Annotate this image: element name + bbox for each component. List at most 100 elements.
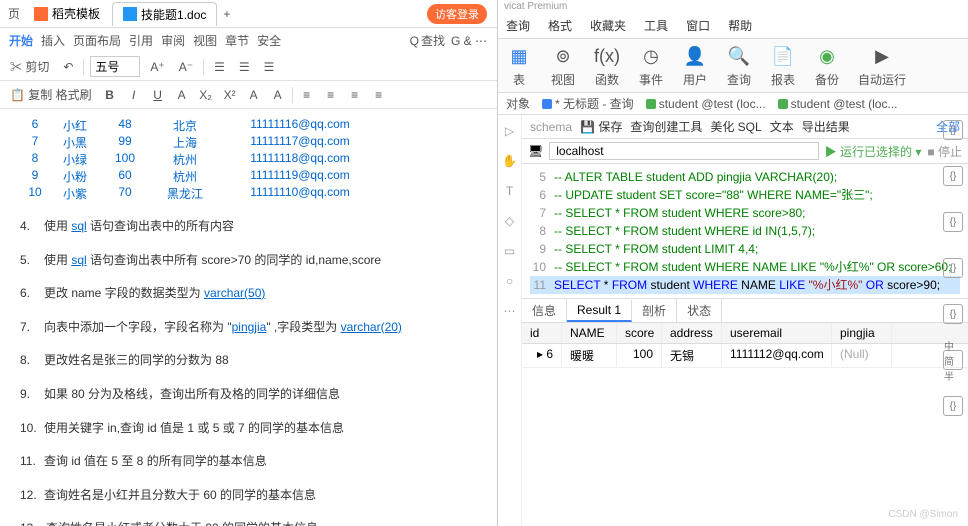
tab-info[interactable]: 信息 — [522, 299, 567, 322]
ribbon-table[interactable]: ▦表 — [506, 43, 532, 88]
col-address[interactable]: address — [662, 323, 722, 343]
search-label[interactable]: 查找 — [421, 32, 445, 49]
text-button[interactable]: 文本 — [770, 118, 794, 135]
cut-button[interactable]: ✂ 剪切 — [6, 56, 53, 77]
strike-button[interactable]: A — [172, 85, 192, 105]
circle-icon[interactable]: ○ — [502, 273, 518, 289]
cursor-icon[interactable]: ▷ — [502, 123, 518, 139]
ribbon-report[interactable]: 📄报表 — [770, 43, 796, 88]
beautify-sql-button[interactable]: 美化 SQL — [710, 118, 761, 135]
font-size-select[interactable]: 五号 — [90, 56, 140, 77]
run-button[interactable]: ▶ 运行已选择的 ▾ — [825, 143, 922, 160]
font-color-button[interactable]: A — [244, 85, 264, 105]
ribbon-event[interactable]: ◷事件 — [638, 43, 664, 88]
align-center-icon[interactable]: ≡ — [321, 85, 341, 105]
query-icon: 🔍 — [726, 43, 752, 69]
query-toolbar: schema 💾 保存 查询创建工具 美化 SQL 文本 导出结果 全部 — [522, 115, 968, 139]
menu-tools[interactable]: 工具 — [644, 17, 668, 34]
align-left-icon[interactable]: ≡ — [297, 85, 317, 105]
inc-font[interactable]: A⁺ — [146, 58, 168, 76]
tab-status[interactable]: 状态 — [677, 299, 722, 322]
brace-icon[interactable]: {} — [943, 212, 963, 232]
col-name[interactable]: NAME — [562, 323, 617, 343]
brace-icon[interactable]: {} — [943, 258, 963, 278]
numbered-list-icon[interactable]: ☰ — [235, 58, 254, 76]
table-icon — [778, 99, 788, 109]
export-button[interactable]: 导出结果 — [802, 118, 850, 135]
menu-window[interactable]: 窗口 — [686, 17, 710, 34]
brace-icon[interactable]: {} — [943, 304, 963, 324]
col-email[interactable]: useremail — [722, 323, 832, 343]
navicat-menubar: 查询 格式 收藏夹 工具 窗口 帮助 — [498, 13, 968, 39]
question-4: 4.使用 sql 语句查询出表中的所有内容 — [20, 214, 477, 238]
underline-button[interactable]: U — [148, 85, 168, 105]
menu-security[interactable]: 安全 — [254, 30, 284, 51]
brace-icon[interactable]: {} — [943, 120, 963, 140]
shape-icon[interactable]: ◇ — [502, 213, 518, 229]
brace-icon[interactable]: {} — [943, 166, 963, 186]
tab-result1[interactable]: Result 1 — [567, 300, 632, 322]
sql-editor[interactable]: 5-- ALTER TABLE student ADD pingjia VARC… — [522, 164, 968, 298]
user-icon: 👤 — [682, 43, 708, 69]
hand-icon[interactable]: ✋ — [502, 153, 518, 169]
italic-button[interactable]: I — [124, 85, 144, 105]
ribbon-view[interactable]: ⊚视图 — [550, 43, 576, 88]
col-score[interactable]: score — [617, 323, 662, 343]
col-pingjia[interactable]: pingjia — [832, 323, 892, 343]
navicat-ribbon: ▦表 ⊚视图 f(x)函数 ◷事件 👤用户 🔍查询 📄报表 ◉备份 ▶自动运行 — [498, 39, 968, 93]
ribbon-autorun[interactable]: ▶自动运行 — [858, 43, 906, 88]
conn-icon: 🖥 — [528, 144, 543, 158]
align-justify-icon[interactable]: ≡ — [369, 85, 389, 105]
tab-document[interactable]: 技能题1.doc — [112, 2, 217, 26]
tab-untitled-query[interactable]: * 无标题 - 查询 — [542, 95, 634, 112]
ribbon-backup[interactable]: ◉备份 — [814, 43, 840, 88]
menu-review[interactable]: 审阅 — [158, 30, 188, 51]
tab-objects[interactable]: 对象 — [506, 95, 530, 112]
query-builder-button[interactable]: 查询创建工具 — [630, 118, 702, 135]
col-id[interactable]: id — [522, 323, 562, 343]
rect-icon[interactable]: ▭ — [502, 243, 518, 259]
ribbon-user[interactable]: 👤用户 — [682, 43, 708, 88]
bold-button[interactable]: B — [100, 85, 120, 105]
menu-format[interactable]: 格式 — [548, 17, 572, 34]
save-button[interactable]: 💾 保存 — [580, 118, 622, 135]
tab-template[interactable]: 稻壳模板 — [24, 2, 110, 26]
menu-insert[interactable]: 插入 — [38, 30, 68, 51]
menu-layout[interactable]: 页面布局 — [70, 30, 124, 51]
sub-button[interactable]: X₂ — [196, 85, 216, 105]
highlight-button[interactable]: A — [268, 85, 288, 105]
more-icon[interactable]: ⋯ — [502, 303, 518, 319]
align-right-icon[interactable]: ≡ — [345, 85, 365, 105]
cn-icon[interactable]: 中简半 — [943, 350, 963, 370]
search-icon[interactable]: Q — [410, 34, 419, 48]
tab-student-1[interactable]: student @test (loc... — [646, 97, 766, 111]
sup-button[interactable]: X² — [220, 85, 240, 105]
login-button[interactable]: 访客登录 — [427, 4, 487, 24]
text-icon[interactable]: T — [502, 183, 518, 199]
menu-query[interactable]: 查询 — [506, 17, 530, 34]
menu-chapter[interactable]: 章节 — [222, 30, 252, 51]
undo-button[interactable]: ↶ — [59, 58, 77, 76]
copy-format-button[interactable]: 📋 复制 格式刷 — [6, 84, 96, 105]
add-tab-button[interactable]: + — [219, 5, 234, 23]
list-icon[interactable]: ☰ — [210, 58, 229, 76]
tab-student-2[interactable]: student @test (loc... — [778, 97, 898, 111]
menu-help[interactable]: 帮助 — [728, 17, 752, 34]
connection-select[interactable]: localhost — [549, 142, 818, 160]
window-title: vicat Premium — [498, 0, 968, 13]
back-tab[interactable]: 页 — [4, 3, 24, 24]
ribbon-query[interactable]: 🔍查询 — [726, 43, 752, 88]
ribbon-function[interactable]: f(x)函数 — [594, 43, 620, 88]
menu-view[interactable]: 视图 — [190, 30, 220, 51]
document-body[interactable]: 6小红48北京11111116@qq.com 7小黑99上海11111117@q… — [0, 109, 497, 526]
question-5: 5.使用 sql 语句查询出表中所有 score>70 的同学的 id,name… — [20, 248, 477, 272]
menu-ref[interactable]: 引用 — [126, 30, 156, 51]
more-icon[interactable]: G & ⋯ — [447, 32, 491, 50]
menu-favorites[interactable]: 收藏夹 — [590, 17, 626, 34]
menu-start[interactable]: 开始 — [6, 30, 36, 51]
brace-icon[interactable]: {} — [943, 396, 963, 416]
result-row[interactable]: ▸ 6 暖暖 100 无锡 1111112@qq.com (Null) — [522, 344, 968, 368]
indent-icon[interactable]: ☰ — [260, 58, 279, 76]
dec-font[interactable]: A⁻ — [175, 58, 197, 76]
tab-profile[interactable]: 剖析 — [632, 299, 677, 322]
